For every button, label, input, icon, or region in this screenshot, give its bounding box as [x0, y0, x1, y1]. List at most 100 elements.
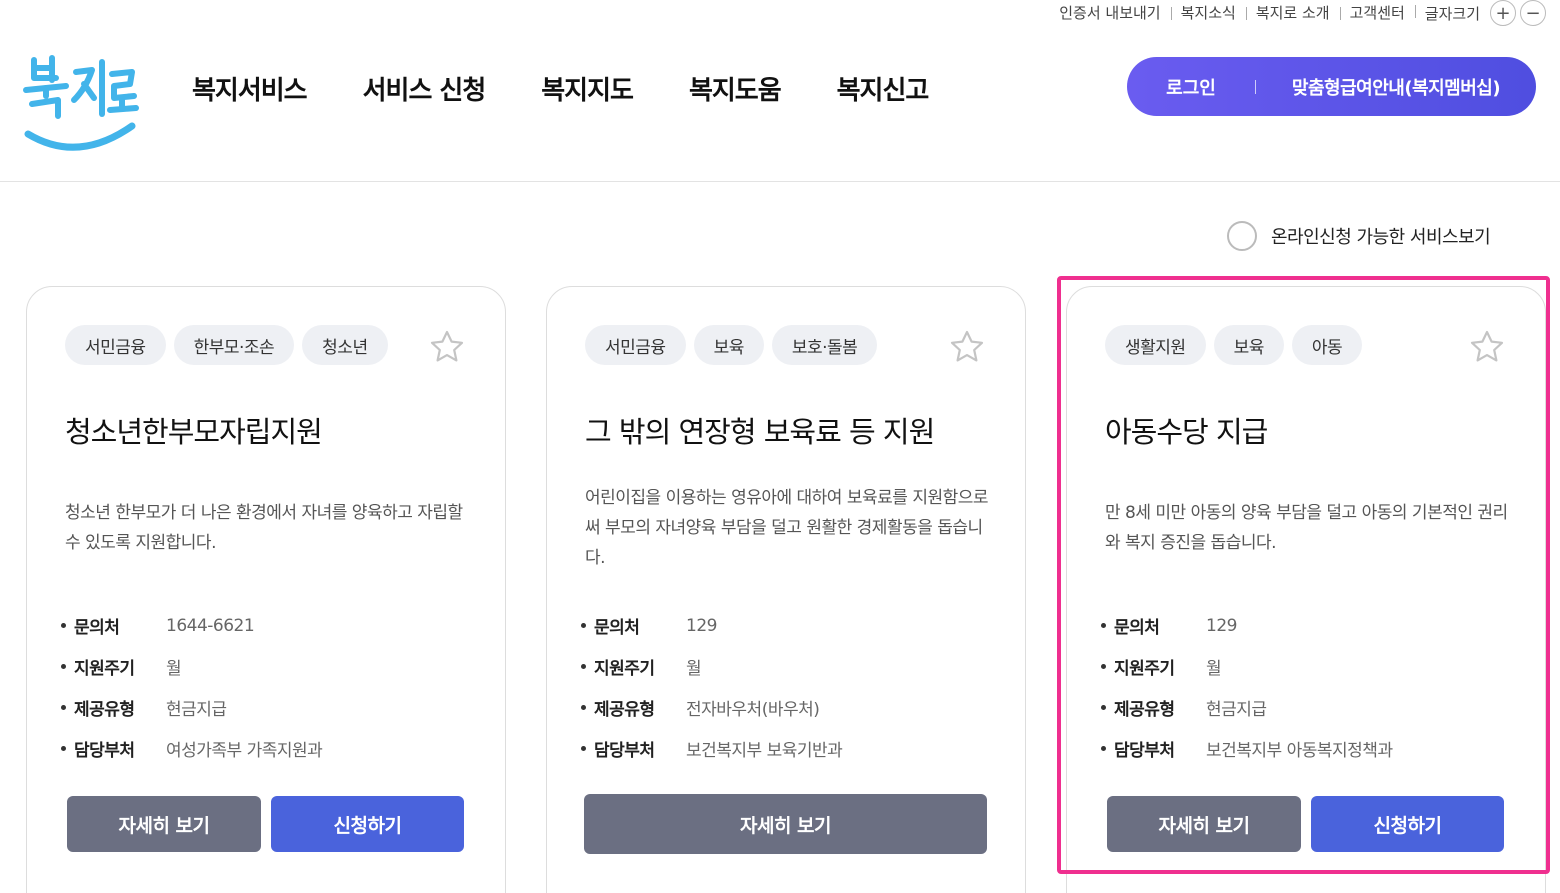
nav-welfare-map[interactable]: 복지지도	[541, 70, 634, 107]
info-row: 지원주기 월	[61, 646, 322, 687]
detail-button[interactable]: 자세히 보기	[67, 796, 261, 852]
tag-list: 서민금융 한부모·조손 청소년	[65, 325, 396, 365]
font-decrease-button[interactable]: −	[1520, 0, 1546, 26]
tag[interactable]: 서민금융	[585, 325, 686, 365]
customer-center-link[interactable]: 고객센터	[1339, 5, 1415, 21]
bullet	[61, 746, 66, 751]
info-list: 문의처 129 지원주기 월 제공유형 전자바우처(바우처) 담당부처 보건복지부 보육…	[581, 605, 843, 769]
info-row: 문의처 1644-6621	[61, 605, 322, 646]
info-value: 1644-6621	[166, 615, 255, 636]
bullet	[581, 746, 586, 751]
login-button[interactable]: 로그인	[1127, 74, 1255, 100]
info-value: 전자바우처(바우처)	[686, 700, 820, 720]
apply-button[interactable]: 신청하기	[271, 796, 464, 852]
bullet	[1101, 705, 1106, 710]
info-row: 제공유형 현금지급	[61, 687, 322, 728]
info-value: 월	[1206, 659, 1222, 679]
info-value: 월	[686, 659, 702, 679]
card-title[interactable]: 청소년한부모자립지원	[65, 409, 323, 451]
info-row: 제공유형 현금지급	[1101, 687, 1393, 728]
card-description: 청소년 한부모가 더 나은 환경에서 자녀를 양육하고 자립할 수 있도록 지원…	[65, 503, 463, 553]
cert-export-link[interactable]: 인증서 내보내기	[1049, 5, 1170, 21]
bullet	[1101, 664, 1106, 669]
detail-button[interactable]: 자세히 보기	[584, 794, 987, 854]
service-card: 생활지원 보육 아동 아동수당 지급 만 8세 미만 아동의 양육 부담을 덜고…	[1066, 286, 1546, 893]
info-key: 제공유형	[1114, 700, 1175, 720]
info-key: 담당부처	[1114, 741, 1175, 761]
card-title[interactable]: 아동수당 지급	[1105, 409, 1268, 451]
tag[interactable]: 아동	[1291, 325, 1363, 365]
site-header: 복지서비스 서비스 신청 복지지도 복지도움 복지신고 로그인 맞춤형급여안내(…	[0, 26, 1560, 182]
star-icon[interactable]	[949, 329, 985, 365]
info-row: 제공유형 전자바우처(바우처)	[581, 687, 842, 728]
info-key: 지원주기	[74, 659, 135, 679]
online-apply-filter[interactable]: 온라인신청 가능한 서비스보기	[1227, 221, 1491, 251]
tag[interactable]: 서민금융	[65, 325, 166, 365]
info-key: 문의처	[1114, 618, 1160, 638]
info-value: 129	[686, 615, 717, 636]
info-row: 문의처 129	[1101, 605, 1393, 646]
bullet	[581, 664, 586, 669]
tag[interactable]: 생활지원	[1105, 325, 1206, 365]
info-row: 담당부처 보건복지부 아동복지정책과	[1101, 728, 1393, 769]
service-card: 서민금융 보육 보호·돌봄 그 밖의 연장형 보육료 등 지원 어린이집을 이용…	[546, 286, 1026, 893]
info-key: 담당부처	[594, 741, 655, 761]
online-apply-label: 온라인신청 가능한 서비스보기	[1271, 227, 1491, 248]
info-row: 지원주기 월	[581, 646, 842, 687]
info-value: 129	[1206, 615, 1237, 636]
card-description: 만 8세 미만 아동의 양육 부담을 덜고 아동의 기본적인 권리와 복지 증진…	[1105, 503, 1508, 553]
star-icon[interactable]	[1469, 329, 1505, 365]
nav-welfare-help[interactable]: 복지도움	[689, 70, 782, 107]
service-card: 서민금융 한부모·조손 청소년 청소년한부모자립지원 청소년 한부모가 더 나은…	[26, 286, 506, 893]
detail-button[interactable]: 자세히 보기	[1107, 796, 1301, 852]
bullet	[61, 664, 66, 669]
bullet	[61, 623, 66, 628]
info-list: 문의처 129 지원주기 월 제공유형 현금지급 담당부처 보건복지부 아동복지정책과	[1101, 605, 1393, 769]
bokjiro-logo[interactable]	[22, 54, 140, 158]
nav-service-apply[interactable]: 서비스 신청	[363, 70, 487, 107]
welfare-news-link[interactable]: 복지소식	[1170, 5, 1246, 21]
info-row: 담당부처 보건복지부 보육기반과	[581, 728, 843, 769]
card-title[interactable]: 그 밖의 연장형 보육료 등 지원	[585, 409, 935, 451]
online-apply-radio[interactable]	[1227, 221, 1257, 251]
bullet	[1101, 746, 1106, 751]
bullet	[581, 623, 586, 628]
font-size-label: 글자크기	[1414, 3, 1486, 24]
info-key: 지원주기	[1114, 659, 1175, 679]
info-row: 담당부처 여성가족부 가족지원과	[61, 728, 323, 769]
tag-list: 서민금융 보육 보호·돌봄	[585, 325, 885, 365]
nav-welfare-report[interactable]: 복지신고	[837, 70, 930, 107]
login-bar: 로그인 맞춤형급여안내(복지멤버십)	[1127, 57, 1536, 116]
about-link[interactable]: 복지로 소개	[1245, 5, 1340, 21]
tag[interactable]: 보육	[1213, 325, 1284, 365]
info-value: 보건복지부 아동복지정책과	[1206, 741, 1393, 761]
info-key: 제공유형	[594, 700, 655, 720]
utility-bar: 인증서 내보내기 복지소식 복지로 소개 고객센터 글자크기 + −	[1049, 0, 1546, 26]
info-value: 현금지급	[1206, 700, 1267, 720]
info-key: 문의처	[594, 618, 640, 638]
info-value: 현금지급	[166, 700, 227, 720]
tag-list: 생활지원 보육 아동	[1105, 325, 1370, 365]
font-increase-button[interactable]: +	[1490, 0, 1516, 26]
info-value: 여성가족부 가족지원과	[166, 741, 323, 761]
info-row: 지원주기 월	[1101, 646, 1393, 687]
membership-button[interactable]: 맞춤형급여안내(복지멤버십)	[1256, 74, 1536, 100]
bullet	[61, 705, 66, 710]
card-description: 어린이집을 이용하는 영유아에 대하여 보육료를 지원함으로써 부모의 자녀양육…	[585, 488, 989, 568]
bullet	[581, 705, 586, 710]
info-key: 지원주기	[594, 659, 655, 679]
main-nav: 복지서비스 서비스 신청 복지지도 복지도움 복지신고	[192, 70, 984, 107]
info-key: 담당부처	[74, 741, 135, 761]
tag[interactable]: 보육	[693, 325, 764, 365]
nav-welfare-service[interactable]: 복지서비스	[192, 70, 308, 107]
info-value: 월	[166, 659, 182, 679]
tag[interactable]: 한부모·조손	[173, 325, 295, 365]
info-row: 문의처 129	[581, 605, 842, 646]
tag[interactable]: 보호·돌봄	[771, 325, 878, 365]
apply-button[interactable]: 신청하기	[1311, 796, 1504, 852]
tag[interactable]: 청소년	[302, 325, 388, 365]
info-key: 문의처	[74, 618, 120, 638]
star-icon[interactable]	[429, 329, 465, 365]
bullet	[1101, 623, 1106, 628]
info-key: 제공유형	[74, 700, 135, 720]
